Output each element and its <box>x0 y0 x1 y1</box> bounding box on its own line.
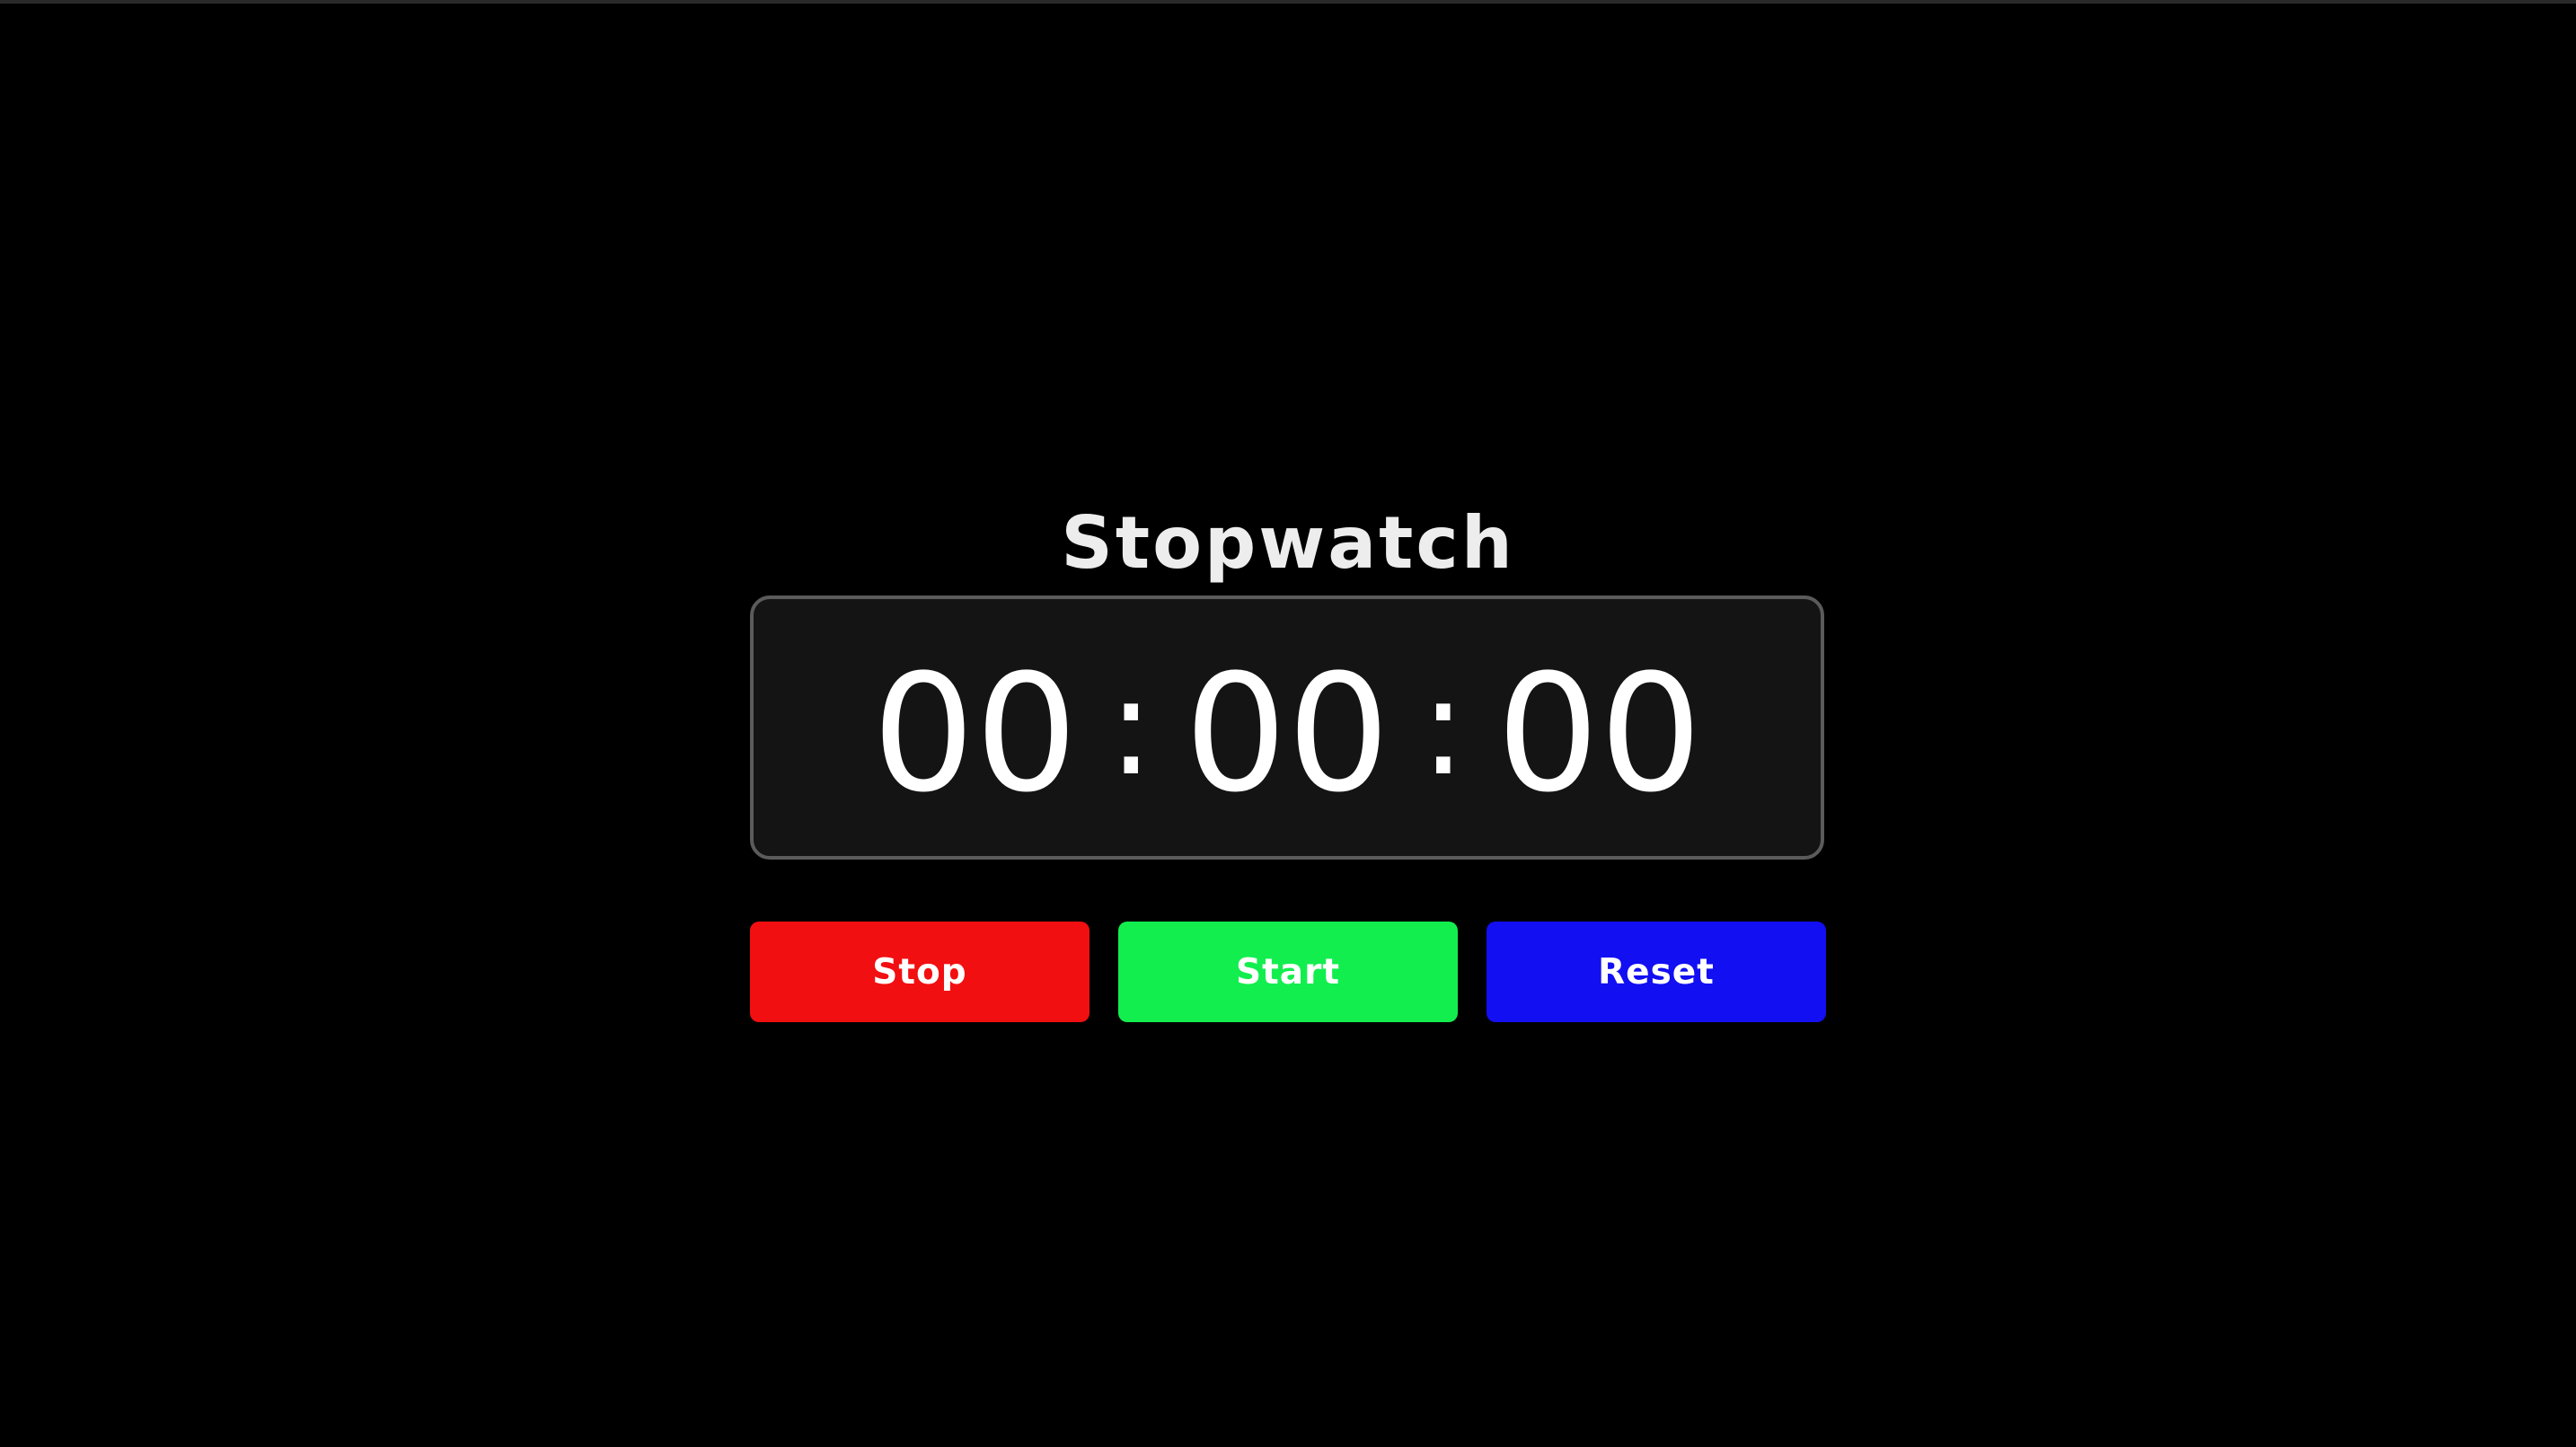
top-edge-divider <box>0 0 2576 4</box>
stop-button[interactable]: Stop <box>750 922 1090 1022</box>
start-button[interactable]: Start <box>1118 922 1458 1022</box>
page-title: Stopwatch <box>1061 500 1515 585</box>
time-separator: : <box>1420 649 1467 806</box>
time-readout: 00 : 00 : 00 <box>872 654 1702 816</box>
control-buttons: Stop Start Reset <box>750 922 1826 1022</box>
reset-button[interactable]: Reset <box>1486 922 1826 1022</box>
time-separator: : <box>1107 649 1154 806</box>
timer-display: 00 : 00 : 00 <box>750 596 1824 860</box>
minutes-value: 00 <box>1184 640 1390 828</box>
seconds-value: 00 <box>1496 640 1703 828</box>
hours-value: 00 <box>871 640 1078 828</box>
